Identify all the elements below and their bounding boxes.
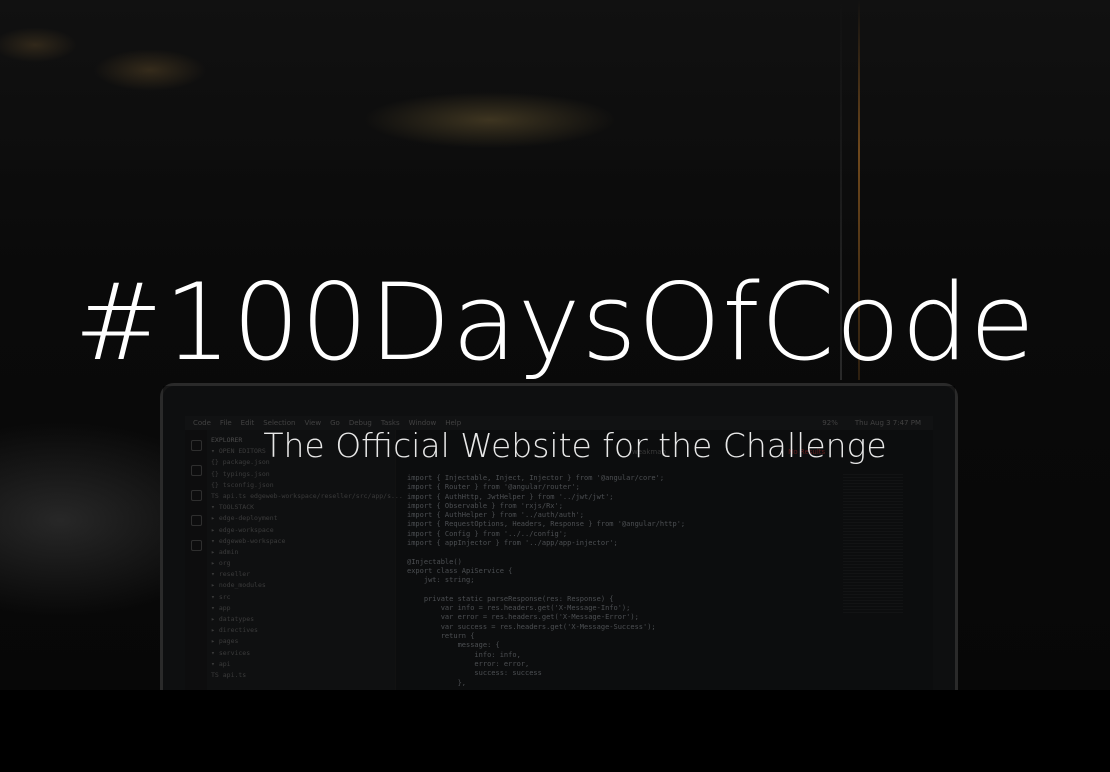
bottom-band bbox=[0, 690, 1110, 772]
page-subtitle: The Official Website for the Challenge bbox=[263, 426, 887, 465]
page-title: #100DaysOfCode bbox=[74, 261, 1036, 384]
